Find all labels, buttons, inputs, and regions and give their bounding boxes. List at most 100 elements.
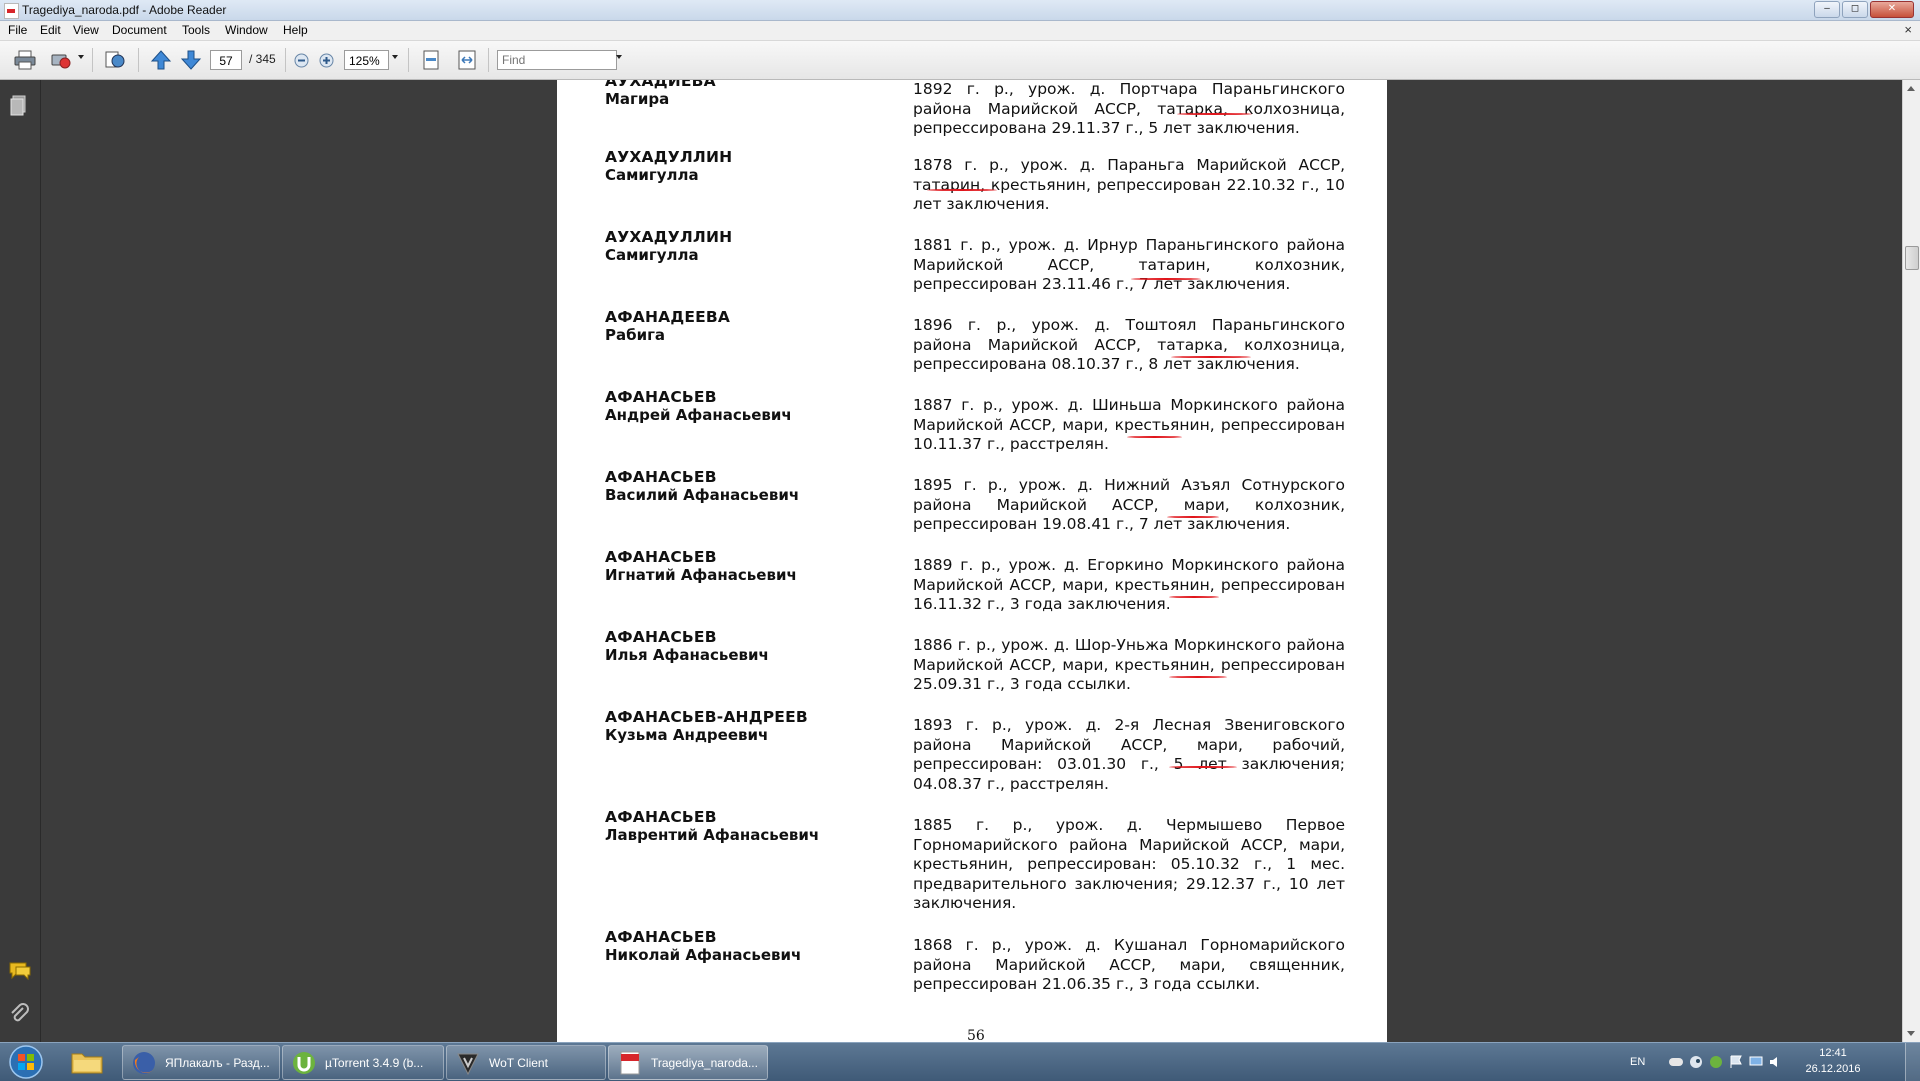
entry-surname: АУХАДИЕВА bbox=[605, 80, 716, 90]
menu-edit[interactable]: Edit bbox=[40, 23, 61, 37]
clock-time[interactable]: 12:41 bbox=[1798, 1047, 1868, 1059]
vertical-scrollbar[interactable] bbox=[1902, 80, 1920, 1042]
wot-icon bbox=[457, 1053, 479, 1076]
window-controls: ‒ ◻ ✕ bbox=[1814, 1, 1914, 18]
zoom-out-icon[interactable] bbox=[294, 53, 309, 68]
volume-icon[interactable] bbox=[1768, 1055, 1784, 1069]
entry-description: 1868 г. р., урож. д. Кушанал Горномарийс… bbox=[913, 936, 1345, 993]
scroll-up-arrow[interactable] bbox=[1907, 86, 1915, 91]
system-tray: EN 12:41 26.12.2016 bbox=[1630, 1043, 1920, 1081]
red-underline-annotation bbox=[1169, 676, 1227, 678]
pages-panel-icon[interactable] bbox=[8, 94, 30, 116]
entry-given-name: Кузьма Андреевич bbox=[605, 726, 769, 744]
toolbar: 57 / 345 125% bbox=[0, 41, 1920, 80]
menu-tools[interactable]: Tools bbox=[182, 23, 210, 37]
entry-description: 1886 г. р., урож. д. Шор-Уньжа Моркинско… bbox=[913, 636, 1345, 693]
red-underline-annotation bbox=[1177, 113, 1252, 115]
entry-description: 1878 г. р., урож. д. Параньга Марийской … bbox=[913, 156, 1345, 213]
flag-icon[interactable] bbox=[1728, 1055, 1744, 1069]
menu-document[interactable]: Document bbox=[112, 23, 167, 37]
entry-surname: АФАНАСЬЕВ bbox=[605, 808, 717, 826]
entry-given-name: Рабига bbox=[605, 326, 666, 344]
entry-description: 1896 г. р., урож. д. Тоштоял Параньгинск… bbox=[913, 316, 1345, 373]
entry-given-name: Илья Афанасьевич bbox=[605, 646, 769, 664]
page-total: / 345 bbox=[249, 52, 276, 66]
entry-description: 1895 г. р., урож. д. Нижний Азъял Сотнур… bbox=[913, 476, 1345, 533]
close-document-button[interactable]: × bbox=[1904, 22, 1912, 37]
start-button[interactable] bbox=[4, 1044, 48, 1080]
fit-page-icon[interactable] bbox=[420, 50, 442, 70]
entry-surname: АФАНАСЬЕВ bbox=[605, 468, 717, 486]
scroll-down-arrow[interactable] bbox=[1907, 1031, 1915, 1036]
zoom-in-icon[interactable] bbox=[319, 53, 334, 68]
pdf-icon bbox=[4, 3, 19, 19]
attachments-icon[interactable] bbox=[8, 1002, 30, 1024]
close-button[interactable]: ✕ bbox=[1870, 1, 1914, 18]
entry-surname: АФАНАСЬЕВ bbox=[605, 628, 717, 646]
page-number: 56 bbox=[967, 1028, 985, 1042]
navigation-pane bbox=[0, 80, 41, 1042]
zoom-dropdown-arrow[interactable] bbox=[392, 55, 398, 59]
entry-given-name: Игнатий Афанасьевич bbox=[605, 566, 797, 584]
document-view[interactable]: АУХАДИЕВА Магира 1892 г. р., урож. д. По… bbox=[41, 80, 1903, 1042]
entry-surname: АФАНАСЬЕВ bbox=[605, 388, 717, 406]
pdf-icon bbox=[620, 1051, 640, 1075]
share-dropdown-arrow[interactable] bbox=[78, 55, 84, 59]
firefox-icon bbox=[133, 1052, 155, 1074]
entry-description: 1892 г. р., урож. д. Портчара Параньгинс… bbox=[913, 80, 1345, 137]
entry-given-name: Андрей Афанасьевич bbox=[605, 406, 792, 424]
menu-window[interactable]: Window bbox=[225, 23, 268, 37]
taskbar-button-firefox[interactable]: ЯПлакалъ - Разд... bbox=[122, 1045, 280, 1080]
scroll-thumb[interactable] bbox=[1905, 246, 1919, 270]
utorrent-icon bbox=[293, 1052, 315, 1074]
explorer-folder-icon[interactable] bbox=[70, 1049, 104, 1075]
entry-description: 1893 г. р., урож. д. 2-я Лесная Звенигов… bbox=[913, 716, 1345, 793]
taskbar-button-label: ЯПлакалъ - Разд... bbox=[165, 1056, 270, 1070]
arrow-up-icon[interactable] bbox=[150, 50, 172, 70]
entry-description: 1881 г. р., урож. д. Ирнур Параньгинског… bbox=[913, 236, 1345, 293]
taskbar-button-utorrent[interactable]: µTorrent 3.4.9 (b... bbox=[282, 1045, 444, 1080]
fit-width-icon[interactable] bbox=[456, 50, 478, 70]
find-input[interactable] bbox=[497, 50, 617, 70]
minimize-button[interactable]: ‒ bbox=[1814, 1, 1840, 18]
menu-view[interactable]: View bbox=[73, 23, 99, 37]
maximize-button[interactable]: ◻ bbox=[1842, 1, 1868, 18]
share-print-icon[interactable] bbox=[50, 50, 72, 70]
entry-given-name: Магира bbox=[605, 90, 670, 108]
utorrent-tray-icon[interactable] bbox=[1708, 1055, 1724, 1069]
entry-surname: АФАНАДЕЕВА bbox=[605, 308, 731, 326]
show-desktop-button[interactable] bbox=[1905, 1043, 1920, 1081]
entry-given-name: Самигулла bbox=[605, 166, 699, 184]
entry-description: 1887 г. р., урож. д. Шиньша Моркинского … bbox=[913, 396, 1345, 453]
taskbar-button-adobe-reader[interactable]: Tragediya_naroda... bbox=[608, 1045, 768, 1080]
entry-description: 1889 г. р., урож. д. Егоркино Моркинског… bbox=[913, 556, 1345, 613]
red-underline-annotation bbox=[927, 189, 997, 191]
entry-description: 1885 г. р., урож. д. Чермышево Первое Го… bbox=[913, 816, 1345, 912]
entry-surname: АФАНАСЬЕВ-АНДРЕЕВ bbox=[605, 708, 808, 726]
find-dropdown-arrow[interactable] bbox=[616, 55, 622, 59]
taskbar-button-wot-client[interactable]: WoT Client bbox=[446, 1045, 606, 1080]
red-underline-annotation bbox=[1127, 436, 1182, 438]
clock-date[interactable]: 26.12.2016 bbox=[1798, 1063, 1868, 1075]
comments-panel-icon[interactable] bbox=[8, 960, 32, 982]
pages-icon[interactable] bbox=[104, 50, 126, 70]
red-underline-annotation bbox=[1167, 516, 1219, 518]
page-number-input[interactable]: 57 bbox=[210, 50, 242, 70]
entry-given-name: Лаврентий Афанасьевич bbox=[605, 826, 820, 844]
arrow-down-icon[interactable] bbox=[180, 50, 202, 70]
menu-help[interactable]: Help bbox=[283, 23, 308, 37]
entry-surname: АУХАДУЛЛИН bbox=[605, 148, 733, 166]
steam-icon[interactable] bbox=[1688, 1055, 1704, 1069]
language-indicator[interactable]: EN bbox=[1630, 1056, 1645, 1068]
network-icon[interactable] bbox=[1748, 1055, 1764, 1069]
menu-bar: File Edit View Document Tools Window Hel… bbox=[0, 21, 1920, 41]
taskbar-button-label: Tragediya_naroda... bbox=[651, 1056, 758, 1070]
zoom-select[interactable]: 125% bbox=[344, 50, 389, 70]
entry-given-name: Василий Афанасьевич bbox=[605, 486, 800, 504]
gamepad-icon[interactable] bbox=[1668, 1055, 1684, 1069]
pdf-page: АУХАДИЕВА Магира 1892 г. р., урож. д. По… bbox=[557, 80, 1387, 1042]
entry-given-name: Самигулла bbox=[605, 246, 699, 264]
red-underline-annotation bbox=[1171, 356, 1251, 358]
print-icon[interactable] bbox=[14, 50, 36, 70]
menu-file[interactable]: File bbox=[8, 23, 27, 37]
